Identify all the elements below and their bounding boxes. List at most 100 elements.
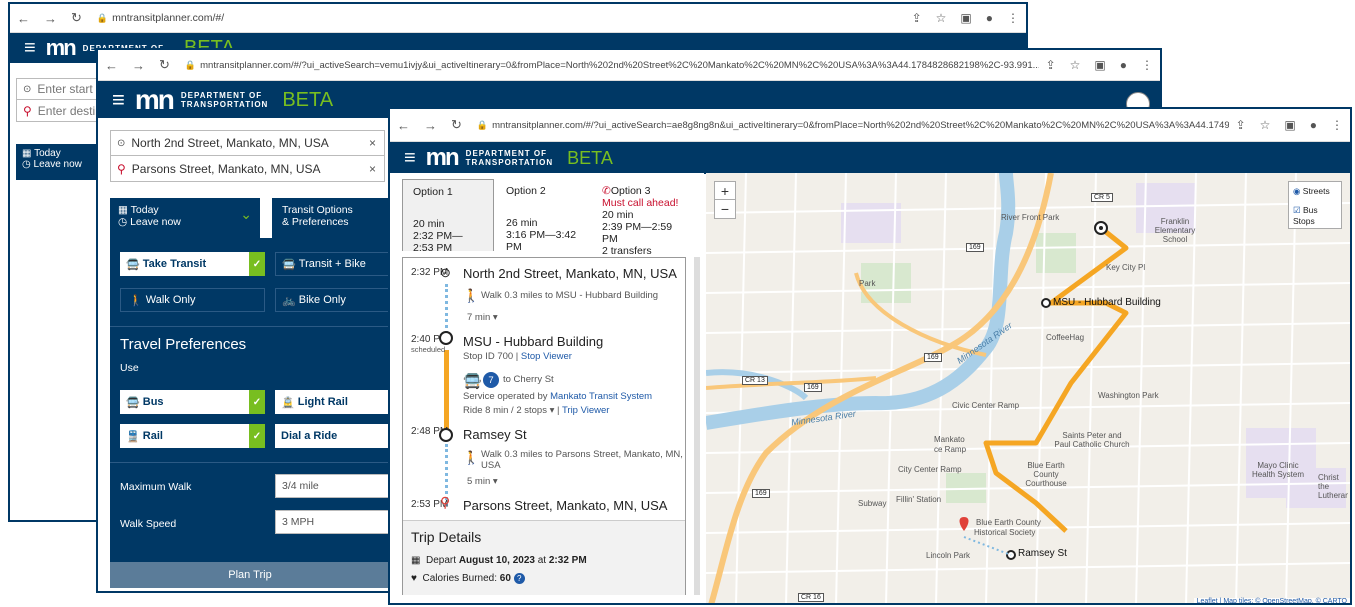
reload-icon[interactable]: ↻ (71, 10, 82, 26)
reload-icon[interactable]: ↻ (159, 57, 170, 73)
bus-toggle[interactable]: 🚍 Bus ✓ (120, 390, 265, 414)
map-label: Blue Earth County (976, 518, 1041, 527)
zoom-in-button[interactable]: + (714, 181, 736, 201)
walk-duration[interactable]: 7 min ▾ (467, 312, 498, 323)
walk-speed-select[interactable]: 3 MPH (275, 510, 390, 534)
trip-viewer-link[interactable]: Trip Viewer (562, 405, 610, 416)
share-icon[interactable]: ⇪ (912, 11, 922, 25)
menu-dots-icon[interactable]: ⋮ (1007, 11, 1019, 25)
rail-toggle[interactable]: 🚆 Rail ✓ (120, 424, 265, 448)
option-transfers: 2 transfers (602, 245, 652, 257)
origin-icon: ⊙ (23, 83, 32, 95)
back-icon[interactable]: ← (105, 58, 118, 73)
bus-stops-option[interactable]: ☑ Bus Stops (1293, 205, 1337, 226)
clear-from-icon[interactable]: × (369, 136, 376, 150)
address-bar[interactable]: mntransitplanner.com/#/?ui_activeSearch=… (200, 60, 1038, 71)
transit-bike-button[interactable]: 🚍 Transit + Bike (275, 252, 390, 276)
transit-options-tab[interactable]: Transit Options & Preferences (272, 198, 390, 238)
light-rail-toggle[interactable]: 🚊 Light Rail (275, 390, 390, 414)
train-icon: 🚊 (281, 396, 295, 409)
itinerary-panel: Option 1 20 min 2:32 PM—2:53 PM Option 2… (390, 173, 704, 603)
destination-place: Parsons Street, Mankato, MN, USA (463, 498, 668, 513)
sidepanel-icon[interactable]: ▣ (1284, 118, 1295, 132)
clear-to-icon[interactable]: × (369, 162, 376, 176)
preferences-label: & Preferences (282, 216, 349, 228)
map-label: ce Ramp (934, 445, 967, 454)
date-time-button[interactable]: ▦ Today ◷ Leave now ⌄ (110, 198, 260, 238)
map[interactable]: + − ◉ Streets ☑ Bus Stops River Front Pa… (706, 173, 1350, 603)
sidepanel-icon[interactable]: ▣ (960, 11, 971, 25)
walk-step: Walk 0.3 miles to MSU - Hubbard Building (481, 290, 659, 301)
hamburger-icon[interactable]: ≡ (112, 87, 125, 113)
map-label: Fillin' Station (896, 495, 942, 504)
option-tab-2[interactable]: Option 2 26 min 3:16 PM—3:42 PM (496, 179, 590, 253)
share-icon[interactable]: ⇪ (1046, 58, 1056, 72)
agency-link[interactable]: Mankato Transit System (550, 391, 652, 402)
zoom-out-button[interactable]: − (714, 199, 736, 219)
take-transit-label: Take Transit (142, 258, 207, 270)
map-area (841, 203, 901, 243)
bookmark-icon[interactable]: ☆ (1260, 118, 1271, 132)
plan-trip-button[interactable]: Plan Trip (110, 562, 390, 588)
pin-icon: ⚲ (23, 103, 32, 118)
address-bar[interactable]: mntransitplanner.com/#/?ui_activeSearch=… (492, 120, 1228, 131)
stop-marker[interactable] (1041, 298, 1051, 308)
transit-bike-label: Transit + Bike (298, 258, 366, 270)
profile-icon[interactable]: ● (986, 11, 993, 25)
bookmark-icon[interactable]: ☆ (1070, 58, 1081, 72)
walk-line (445, 284, 448, 334)
back-icon[interactable]: ← (397, 118, 410, 133)
profile-icon[interactable]: ● (1120, 58, 1127, 72)
option-tab-3[interactable]: ✆Option 3 Must call ahead! 20 min 2:39 P… (592, 179, 692, 257)
origin-marker-dot (1099, 226, 1103, 230)
streets-option[interactable]: ◉ Streets (1293, 186, 1337, 197)
take-transit-button[interactable]: 🚍 Take Transit ✓ (120, 252, 265, 276)
scrollbar[interactable] (694, 257, 700, 595)
stop-info: Stop ID 700 | Stop Viewer (463, 351, 572, 362)
walk-only-button[interactable]: 🚶 Walk Only (120, 288, 265, 312)
address-bar[interactable]: mntransitplanner.com/#/ (112, 12, 904, 24)
leave-now-label: Leave now (33, 159, 82, 170)
divider (110, 462, 390, 463)
map-label: Subway (858, 499, 887, 508)
option-duration: 20 min (413, 218, 445, 230)
walk-icon: 🚶 (463, 288, 480, 303)
back-icon[interactable]: ← (17, 11, 30, 26)
bike-only-button[interactable]: 🚲 Bike Only (275, 288, 390, 312)
walk-duration[interactable]: 5 min ▾ (467, 476, 498, 487)
map-label: Mankato (934, 435, 965, 444)
check-icon: ✓ (249, 252, 265, 276)
sidepanel-icon[interactable]: ▣ (1094, 58, 1105, 72)
calendar-icon: ▦ (22, 148, 32, 159)
profile-icon[interactable]: ● (1310, 118, 1317, 132)
dial-ride-toggle[interactable]: Dial a Ride (275, 424, 390, 448)
option-tab-1[interactable]: Option 1 20 min 2:32 PM—2:53 PM (402, 179, 494, 254)
hamburger-icon[interactable]: ≡ (24, 37, 36, 60)
dial-ride-label: Dial a Ride (281, 430, 338, 442)
bookmark-icon[interactable]: ☆ (936, 11, 947, 25)
option-time: 2:32 PM—2:53 PM (413, 230, 463, 254)
today-label: Today (34, 148, 61, 159)
map-attribution[interactable]: Leaflet | Map tiles: © OpenStreetMap, © … (1193, 598, 1350, 603)
help-icon[interactable]: ? (513, 573, 525, 584)
to-text: Parsons Street, Mankato, MN, USA (131, 161, 321, 176)
map-svg (706, 173, 1350, 603)
train-icon: 🚆 (126, 430, 140, 443)
max-walk-select[interactable]: 3/4 mile (275, 474, 390, 498)
map-label: Lincoln Park (926, 551, 971, 560)
calories-row: ♥ Calories Burned: 60 ? (411, 573, 525, 584)
hamburger-icon[interactable]: ≡ (404, 147, 416, 170)
date-time-button[interactable]: ▦ Today ◷ Leave now (16, 144, 98, 180)
bike-icon: 🚲 (282, 294, 296, 307)
share-icon[interactable]: ⇪ (1236, 118, 1246, 132)
menu-dots-icon[interactable]: ⋮ (1331, 118, 1343, 132)
reload-icon[interactable]: ↻ (451, 117, 462, 133)
from-input[interactable]: ⊙ North 2nd Street, Mankato, MN, USA × (110, 130, 385, 156)
forward-icon[interactable]: → (44, 11, 57, 26)
forward-icon[interactable]: → (132, 58, 145, 73)
menu-dots-icon[interactable]: ⋮ (1141, 58, 1153, 72)
map-label: Washington Park (1098, 391, 1159, 400)
forward-icon[interactable]: → (424, 118, 437, 133)
to-input[interactable]: ⚲ Parsons Street, Mankato, MN, USA × (110, 156, 385, 182)
stop-viewer-link[interactable]: Stop Viewer (521, 351, 572, 362)
